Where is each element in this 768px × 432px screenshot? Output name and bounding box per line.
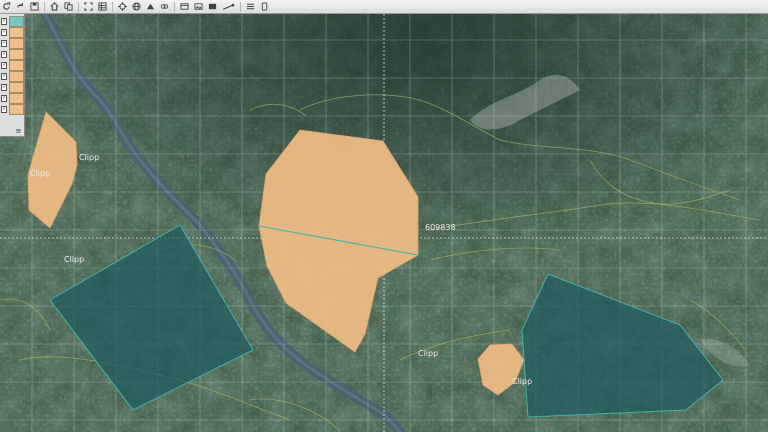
layer-visibility-checkbox[interactable]: ✓: [1, 40, 8, 47]
picture-icon[interactable]: [193, 2, 203, 12]
layer-row[interactable]: ✓: [0, 93, 24, 104]
locate-icon[interactable]: [117, 2, 127, 12]
redo-icon[interactable]: [15, 2, 25, 12]
clip-label: Clipp: [64, 255, 84, 264]
page-icon[interactable]: [259, 2, 269, 12]
layer-visibility-checkbox[interactable]: ✓: [1, 29, 8, 36]
toolbar-separator: [112, 1, 113, 12]
upload-icon[interactable]: [145, 2, 155, 12]
layer-color-swatch: [9, 82, 24, 93]
toolbar-separator: [44, 1, 45, 12]
save-icon[interactable]: [29, 2, 39, 12]
layer-visibility-checkbox[interactable]: ✓: [1, 106, 8, 113]
clip-label: Clipp: [79, 153, 99, 162]
layer-color-swatch: [9, 93, 24, 104]
toolbar-separator: [78, 1, 79, 12]
layer-color-swatch: [9, 49, 24, 60]
home-icon[interactable]: [49, 2, 59, 12]
layer-row[interactable]: ✓: [0, 49, 24, 60]
layer-color-swatch: [9, 71, 24, 82]
layer-color-swatch: [9, 16, 24, 27]
layer-menu-icon[interactable]: ≡: [15, 128, 22, 135]
link-icon[interactable]: [159, 2, 169, 12]
layer-color-swatch: [9, 104, 24, 115]
clip-label: Clipp: [512, 377, 532, 386]
refresh-icon[interactable]: [1, 2, 11, 12]
message-icon[interactable]: [207, 2, 217, 12]
menu-icon[interactable]: [245, 2, 255, 12]
layer-row[interactable]: ✓: [0, 38, 24, 49]
extent-icon[interactable]: [83, 2, 93, 12]
layer-visibility-checkbox[interactable]: ✓: [1, 51, 8, 58]
layer-row[interactable]: ✓: [0, 16, 24, 27]
globe-icon[interactable]: [131, 2, 141, 12]
layer-visibility-checkbox[interactable]: ✓: [1, 73, 8, 80]
layer-list-panel: ✓ ✓ ✓ ✓ ✓ ✓ ✓ ✓ ✓ ≡: [0, 14, 25, 137]
layer-color-swatch: [9, 38, 24, 49]
clip-label: Clipp: [418, 349, 438, 358]
layer-row[interactable]: ✓: [0, 104, 24, 115]
toolbar-separator: [174, 1, 175, 12]
layer-row[interactable]: ✓: [0, 82, 24, 93]
layer-row[interactable]: ✓: [0, 60, 24, 71]
window-icon[interactable]: [179, 2, 189, 12]
layer-row[interactable]: ✓: [0, 27, 24, 38]
clip-label: Clipp: [30, 169, 50, 178]
layer-visibility-checkbox[interactable]: ✓: [1, 62, 8, 69]
layer-visibility-checkbox[interactable]: ✓: [1, 84, 8, 91]
layer-color-swatch: [9, 27, 24, 38]
measure-icon[interactable]: [221, 2, 235, 12]
table-icon[interactable]: [97, 2, 107, 12]
layer-visibility-checkbox[interactable]: ✓: [1, 18, 8, 25]
toolbar-separator: [240, 1, 241, 12]
layer-visibility-checkbox[interactable]: ✓: [1, 95, 8, 102]
area-value-label: 609838: [425, 223, 456, 232]
map-canvas[interactable]: Clipp Clipp Clipp Clipp Clipp 609838: [0, 14, 768, 432]
layer-color-swatch: [9, 60, 24, 71]
map-toolbar: [0, 0, 768, 14]
layer-row[interactable]: ✓: [0, 71, 24, 82]
copy-icon[interactable]: [63, 2, 73, 12]
